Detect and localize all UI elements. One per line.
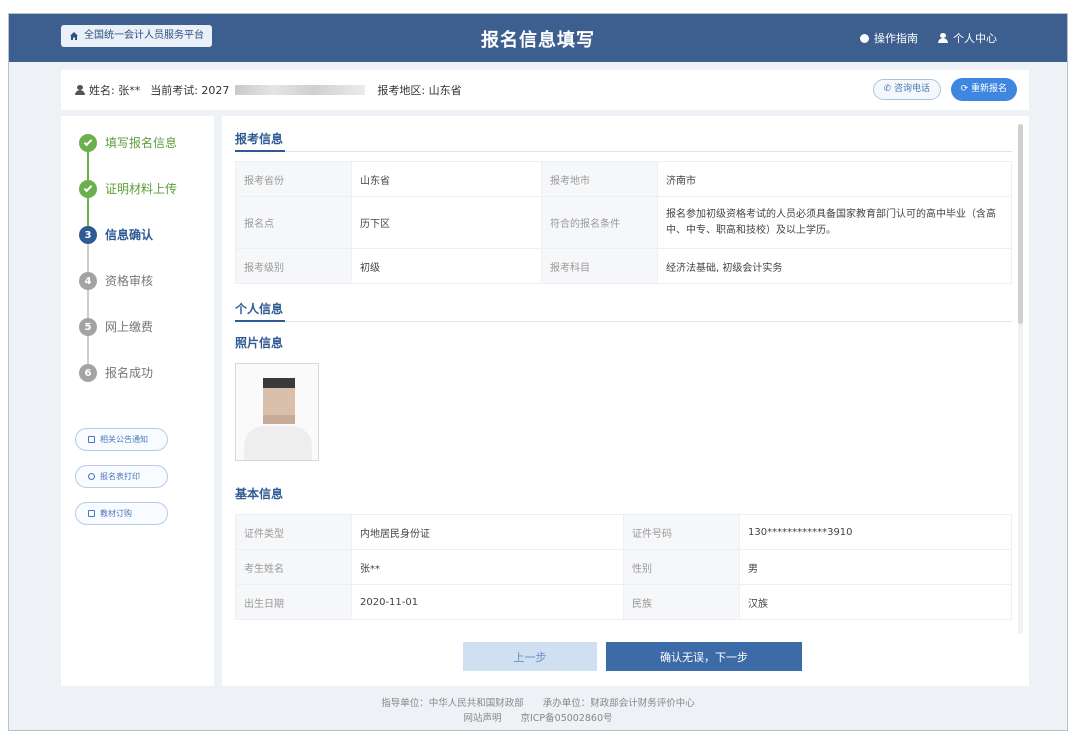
notice-button[interactable]: 相关公告通知 bbox=[75, 428, 168, 451]
table-row: 报考省份 山东省 报考地市 济南市 bbox=[235, 161, 1012, 197]
table-row: 报名点 历下区 符合的报名条件 报名参加初级资格考试的人员必须具备国家教育部门认… bbox=[235, 196, 1012, 249]
field-label: 报考级别 bbox=[235, 248, 352, 284]
exam-info-header: 报考信息 bbox=[235, 130, 1012, 152]
section-title: 报考信息 bbox=[235, 130, 286, 152]
exam-region: 报考地区: 山东省 bbox=[377, 84, 462, 97]
step-number: 5 bbox=[79, 318, 97, 336]
field-value: 130************3910 bbox=[739, 514, 1012, 550]
field-value: 内地居民身份证 bbox=[351, 514, 624, 550]
step-number: 6 bbox=[79, 364, 97, 382]
field-label: 报考省份 bbox=[235, 161, 352, 197]
prev-step-button[interactable]: 上一步 bbox=[463, 642, 597, 671]
redacted-text bbox=[235, 85, 366, 95]
field-value: 张** bbox=[351, 549, 624, 585]
print-icon bbox=[88, 473, 95, 480]
print-form-button[interactable]: 报名表打印 bbox=[75, 465, 168, 488]
site-statement-link[interactable]: 网站声明 bbox=[463, 713, 501, 724]
book-icon bbox=[88, 510, 95, 517]
basic-info-title: 基本信息 bbox=[235, 487, 284, 501]
step-label: 报名成功 bbox=[105, 366, 154, 380]
field-label: 证件号码 bbox=[623, 514, 740, 550]
step-2: 证明材料上传 bbox=[79, 180, 177, 226]
phone-icon: ✆ bbox=[883, 84, 894, 94]
candidate-photo bbox=[235, 363, 319, 461]
step-4: 4 资格审核 bbox=[79, 272, 177, 318]
step-label: 信息确认 bbox=[105, 228, 154, 242]
field-value: 报名参加初级资格考试的人员必须具备国家教育部门认可的高中毕业（含高中、中专、职高… bbox=[657, 196, 1012, 249]
print-label: 报名表打印 bbox=[100, 472, 140, 481]
basic-info-table: 证件类型 内地居民身份证 证件号码 130************3910 考生… bbox=[235, 514, 1012, 620]
step-1: 填写报名信息 bbox=[79, 134, 177, 180]
current-exam: 当前考试: 2027 bbox=[150, 84, 230, 97]
field-label: 出生日期 bbox=[235, 584, 352, 620]
field-value: 山东省 bbox=[351, 161, 542, 197]
user-icon bbox=[938, 33, 948, 43]
footer: 指导单位：中华人民共和国财政部 承办单位：财政部会计财务评价中心 网站声明 京I… bbox=[9, 696, 1067, 726]
guide-link[interactable]: 操作指南 bbox=[860, 30, 918, 46]
field-value: 经济法基础, 初级会计实务 bbox=[657, 248, 1012, 284]
reregister-label: 重新报名 bbox=[970, 84, 1007, 94]
reregister-button[interactable]: ⟳ 重新报名 bbox=[950, 78, 1017, 101]
table-row: 考生姓名 张** 性别 男 bbox=[235, 549, 1012, 585]
step-list: 填写报名信息 证明材料上传 3 信息确认 4 资格审核 5 网上缴费 6 报名成… bbox=[79, 134, 177, 410]
step-number: 4 bbox=[79, 272, 97, 290]
step-label: 填写报名信息 bbox=[105, 136, 178, 150]
candidate-info-bar: 姓名: 张** 当前考试: 2027 报考地区: 山东省 ✆ 咨询电话 ⟳ 重新… bbox=[61, 70, 1029, 110]
notice-label: 相关公告通知 bbox=[100, 435, 148, 444]
icp-number: 京ICP备05002860号 bbox=[520, 713, 613, 724]
scrollbar-thumb[interactable] bbox=[1018, 124, 1023, 324]
table-row: 证件类型 内地居民身份证 证件号码 130************3910 bbox=[235, 514, 1012, 550]
user-center-label: 个人中心 bbox=[953, 32, 997, 45]
textbook-order-button[interactable]: 教材订购 bbox=[75, 502, 168, 525]
field-label: 符合的报名条件 bbox=[541, 196, 658, 249]
field-value: 历下区 bbox=[351, 196, 542, 249]
hotline-label: 咨询电话 bbox=[893, 84, 930, 94]
field-label: 考生姓名 bbox=[235, 549, 352, 585]
field-label: 报考科目 bbox=[541, 248, 658, 284]
field-value: 初级 bbox=[351, 248, 542, 284]
table-row: 出生日期 2020-11-01 民族 汉族 bbox=[235, 584, 1012, 620]
field-label: 报名点 bbox=[235, 196, 352, 249]
user-center-link[interactable]: 个人中心 bbox=[938, 30, 997, 46]
field-label: 证件类型 bbox=[235, 514, 352, 550]
step-label: 网上缴费 bbox=[105, 320, 154, 334]
document-icon bbox=[88, 436, 95, 443]
field-value: 济南市 bbox=[657, 161, 1012, 197]
field-label: 性别 bbox=[623, 549, 740, 585]
user-icon bbox=[75, 85, 85, 95]
step-5: 5 网上缴费 bbox=[79, 318, 177, 364]
guide-label: 操作指南 bbox=[874, 32, 918, 45]
step-label: 证明材料上传 bbox=[105, 182, 178, 196]
field-label: 报考地市 bbox=[541, 161, 658, 197]
app-window: 全国统一会计人员服务平台 报名信息填写 操作指南 个人中心 姓名: 张** 当前… bbox=[8, 13, 1068, 731]
step-6: 6 报名成功 bbox=[79, 364, 177, 410]
info-icon bbox=[860, 33, 869, 43]
main-panel: 报考信息 报考省份 山东省 报考地市 济南市 报名点 历下区 符合的报名条件 报… bbox=[222, 116, 1029, 686]
textbook-label: 教材订购 bbox=[100, 509, 132, 518]
photo-info-title: 照片信息 bbox=[235, 336, 284, 350]
field-value: 汉族 bbox=[739, 584, 1012, 620]
step-number: 3 bbox=[79, 226, 97, 244]
personal-info-header: 个人信息 bbox=[235, 300, 1012, 322]
exam-info-table: 报考省份 山东省 报考地市 济南市 报名点 历下区 符合的报名条件 报名参加初级… bbox=[235, 161, 1012, 284]
guide-unit: 指导单位：中华人民共和国财政部 bbox=[381, 698, 524, 709]
action-buttons: 上一步 确认无误，下一步 bbox=[463, 634, 802, 679]
field-label: 民族 bbox=[623, 584, 740, 620]
top-bar: 全国统一会计人员服务平台 报名信息填写 操作指南 个人中心 bbox=[9, 14, 1067, 62]
candidate-name: 姓名: 张** bbox=[89, 84, 141, 97]
host-unit: 承办单位：财政部会计财务评价中心 bbox=[542, 698, 695, 709]
sidebar: 填写报名信息 证明材料上传 3 信息确认 4 资格审核 5 网上缴费 6 报名成… bbox=[61, 116, 214, 686]
field-value: 男 bbox=[739, 549, 1012, 585]
section-title: 个人信息 bbox=[235, 300, 286, 322]
field-value: 2020-11-01 bbox=[351, 584, 624, 620]
hotline-button[interactable]: ✆ 咨询电话 bbox=[872, 79, 941, 100]
table-row: 报考级别 初级 报考科目 经济法基础, 初级会计实务 bbox=[235, 248, 1012, 284]
check-icon bbox=[79, 180, 97, 198]
confirm-next-button[interactable]: 确认无误，下一步 bbox=[606, 642, 802, 671]
step-3: 3 信息确认 bbox=[79, 226, 177, 272]
refresh-icon: ⟳ bbox=[960, 84, 971, 94]
check-icon bbox=[79, 134, 97, 152]
step-label: 资格审核 bbox=[105, 274, 154, 288]
